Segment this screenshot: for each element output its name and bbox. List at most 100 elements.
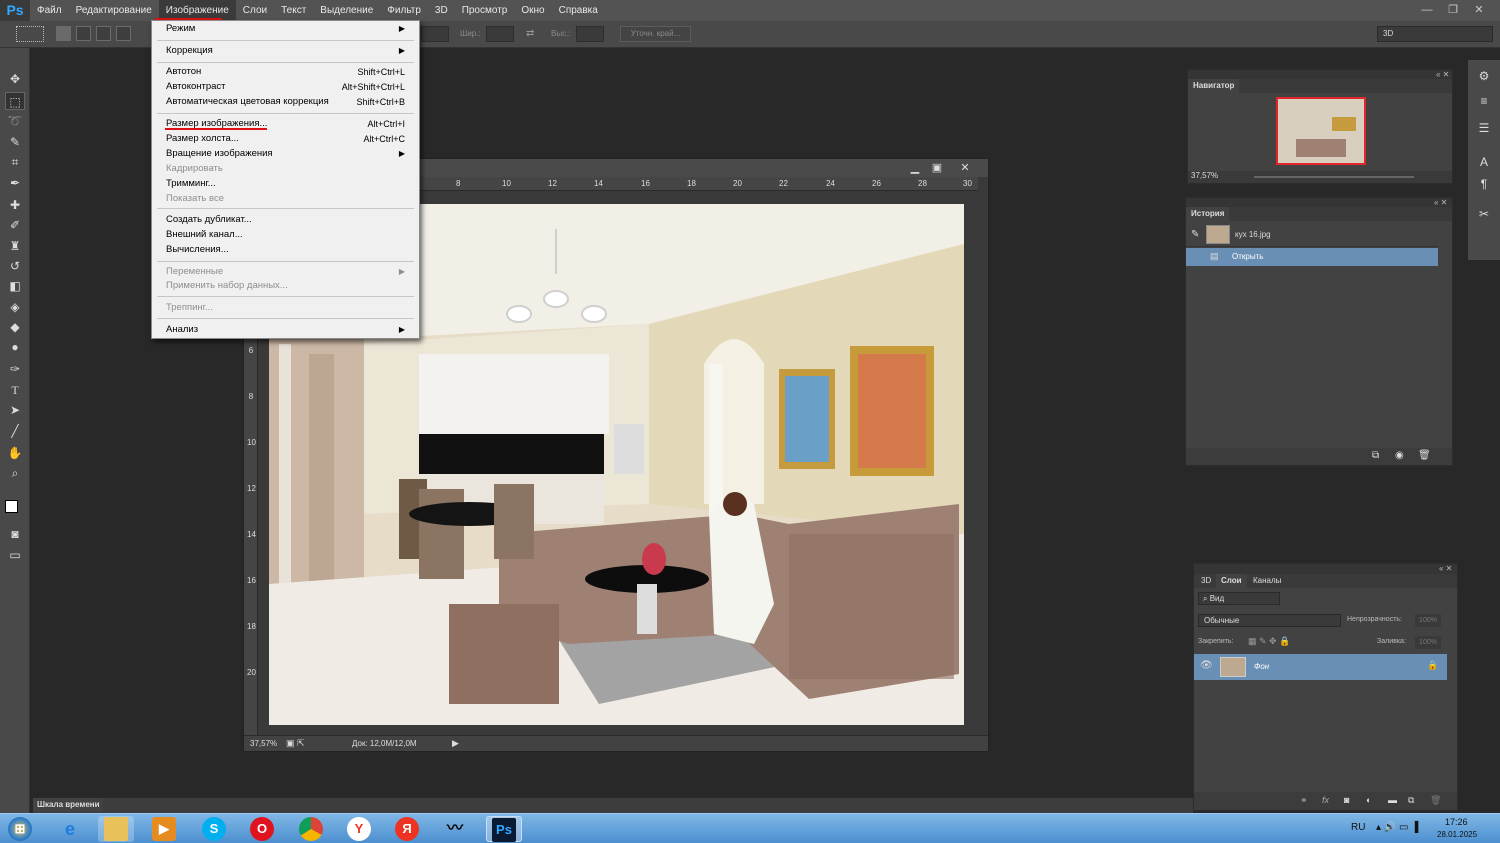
- media-player-icon[interactable]: ▶: [146, 816, 182, 842]
- fill-field[interactable]: 100%: [1415, 636, 1441, 649]
- zoom-tool-icon[interactable]: ⌕: [5, 464, 25, 482]
- fx-icon[interactable]: fx: [1322, 795, 1329, 805]
- file-explorer-icon[interactable]: [98, 816, 134, 842]
- status-menu-arrow-icon[interactable]: ▶: [452, 738, 459, 749]
- path-selection-tool-icon[interactable]: ➤: [5, 401, 25, 419]
- properties-panel-icon[interactable]: ☰: [1476, 120, 1492, 136]
- link-layers-icon[interactable]: ⚭: [1300, 795, 1308, 806]
- blur-tool-icon[interactable]: ◆: [5, 318, 25, 336]
- history-brush-icon[interactable]: ✎: [1191, 229, 1199, 240]
- menu-item-calculations[interactable]: Вычисления...: [166, 243, 405, 257]
- doc-minimize-button[interactable]: ▁: [906, 160, 924, 176]
- foreground-color-swatch[interactable]: [5, 500, 18, 513]
- menu-item-mode[interactable]: Режим ▶: [166, 22, 405, 36]
- menu-item-image-rotation[interactable]: Вращение изображения ▶: [166, 147, 405, 161]
- clock-time[interactable]: 17:26: [1445, 817, 1468, 827]
- tray-icons[interactable]: ▴ 🔊 ▭ ▐: [1376, 822, 1418, 833]
- adjustments-panel-icon[interactable]: ≡: [1476, 93, 1492, 109]
- opera-icon[interactable]: O: [244, 816, 280, 842]
- layer-filter-select[interactable]: ⌕ Вид: [1198, 592, 1280, 605]
- menu-item-auto-tone[interactable]: Автотон Shift+Ctrl+L: [166, 65, 405, 79]
- trash-icon[interactable]: 🗑: [1430, 795, 1441, 806]
- close-button[interactable]: ✕: [1466, 0, 1492, 21]
- navigator-preview[interactable]: [1276, 97, 1366, 165]
- style-select[interactable]: [421, 26, 449, 42]
- collapse-panel-icon[interactable]: « ✕: [1434, 198, 1447, 207]
- marquee-tool-preset[interactable]: [16, 26, 44, 42]
- eyedropper-tool-icon[interactable]: ✒: [5, 174, 25, 192]
- yandex-icon[interactable]: Я: [389, 816, 425, 842]
- history-snapshot[interactable]: ✎ кух 16.jpg: [1186, 223, 1438, 247]
- tab-layers[interactable]: Слои: [1216, 574, 1247, 588]
- status-icons[interactable]: ▣ ⇱: [286, 738, 305, 749]
- menu-window[interactable]: Окно: [514, 0, 551, 21]
- type-tool-icon[interactable]: T: [5, 381, 25, 399]
- tab-3d[interactable]: 3D: [1196, 574, 1216, 588]
- language-indicator[interactable]: RU: [1351, 822, 1365, 833]
- eraser-tool-icon[interactable]: ◧: [5, 277, 25, 295]
- history-brush-tool-icon[interactable]: ↺: [5, 257, 25, 275]
- intersect-selection-button[interactable]: [116, 26, 131, 41]
- lasso-tool-icon[interactable]: ➰: [5, 112, 25, 130]
- paragraph-panel-icon[interactable]: ¶: [1476, 176, 1492, 192]
- clock-date[interactable]: 28.01.2025: [1437, 830, 1477, 839]
- move-tool-icon[interactable]: ✥: [5, 70, 25, 88]
- chrome-icon[interactable]: [293, 816, 329, 842]
- skype-icon[interactable]: S: [196, 816, 232, 842]
- clone-stamp-tool-icon[interactable]: ♜: [5, 237, 25, 255]
- menu-item-adjustments[interactable]: Коррекция ▶: [166, 44, 405, 58]
- hand-tool-icon[interactable]: ✋: [5, 444, 25, 462]
- menu-select[interactable]: Выделение: [313, 0, 380, 21]
- menu-item-analysis[interactable]: Анализ ▶: [166, 323, 405, 337]
- trash-icon[interactable]: 🗑: [1418, 450, 1431, 461]
- blend-mode-select[interactable]: Обычные: [1198, 614, 1341, 627]
- menu-edit[interactable]: Редактирование: [69, 0, 159, 21]
- camera-icon[interactable]: ◉: [1395, 450, 1404, 461]
- tab-navigator[interactable]: Навигатор: [1188, 79, 1240, 93]
- dodge-tool-icon[interactable]: ●: [5, 338, 25, 356]
- menu-type[interactable]: Текст: [274, 0, 313, 21]
- quick-mask-icon[interactable]: ◙: [5, 525, 25, 543]
- width-field[interactable]: [486, 26, 514, 42]
- menu-file[interactable]: Файл: [30, 0, 69, 21]
- eye-icon[interactable]: 👁: [1200, 660, 1213, 671]
- new-document-icon[interactable]: ⧉: [1372, 450, 1379, 461]
- brush-tool-icon[interactable]: ✐: [5, 216, 25, 234]
- swap-icon[interactable]: ⇄: [526, 28, 534, 39]
- tab-history[interactable]: История: [1186, 207, 1230, 221]
- collapse-panel-icon[interactable]: « ✕: [1439, 564, 1452, 573]
- add-selection-button[interactable]: [76, 26, 91, 41]
- workspace-select[interactable]: 3D: [1377, 26, 1493, 42]
- group-folder-icon[interactable]: ▬: [1388, 795, 1397, 805]
- marquee-tool-icon[interactable]: ⬚: [5, 92, 25, 110]
- yandex-browser-icon[interactable]: Y: [341, 816, 377, 842]
- menu-item-auto-contrast[interactable]: Автоконтраст Alt+Shift+Ctrl+L: [166, 80, 405, 94]
- doc-maximize-button[interactable]: ▣: [928, 160, 946, 176]
- navigator-zoom-slider[interactable]: [1254, 176, 1414, 178]
- paint-bucket-tool-icon[interactable]: ◈: [5, 298, 25, 316]
- menu-item-canvas-size[interactable]: Размер холста... Alt+Ctrl+C: [166, 132, 405, 146]
- zoom-level[interactable]: 37,57%: [250, 739, 277, 748]
- adjustment-layer-icon[interactable]: ◐: [1366, 795, 1371, 805]
- height-field[interactable]: [576, 26, 604, 42]
- subtract-selection-button[interactable]: [96, 26, 111, 41]
- line-tool-icon[interactable]: ╱: [5, 422, 25, 440]
- pen-tool-icon[interactable]: ✑: [5, 360, 25, 378]
- history-state-open[interactable]: ▤ Открыть: [1186, 248, 1438, 266]
- menu-item-apply-image[interactable]: Внешний канал...: [166, 228, 405, 242]
- mask-icon[interactable]: ◙: [1344, 795, 1349, 805]
- menu-filter[interactable]: Фильтр: [380, 0, 428, 21]
- minimize-button[interactable]: —: [1414, 0, 1440, 21]
- menu-layers[interactable]: Слои: [236, 0, 274, 21]
- lock-icons[interactable]: ▦ ✎ ✥ 🔒: [1248, 636, 1290, 647]
- new-layer-icon[interactable]: ⧉: [1408, 795, 1414, 806]
- opacity-field[interactable]: 100%: [1415, 614, 1441, 627]
- quick-select-tool-icon[interactable]: ✎: [5, 133, 25, 151]
- tab-timeline[interactable]: Шкала времени: [33, 798, 103, 812]
- tab-channels[interactable]: Каналы: [1248, 574, 1286, 588]
- character-panel-icon[interactable]: A: [1476, 154, 1492, 170]
- navigator-zoom[interactable]: 37,57%: [1191, 171, 1218, 180]
- photoshop-taskbar-icon[interactable]: Ps: [486, 816, 522, 842]
- menu-help[interactable]: Справка: [552, 0, 605, 21]
- screen-mode-icon[interactable]: ▭: [5, 546, 25, 564]
